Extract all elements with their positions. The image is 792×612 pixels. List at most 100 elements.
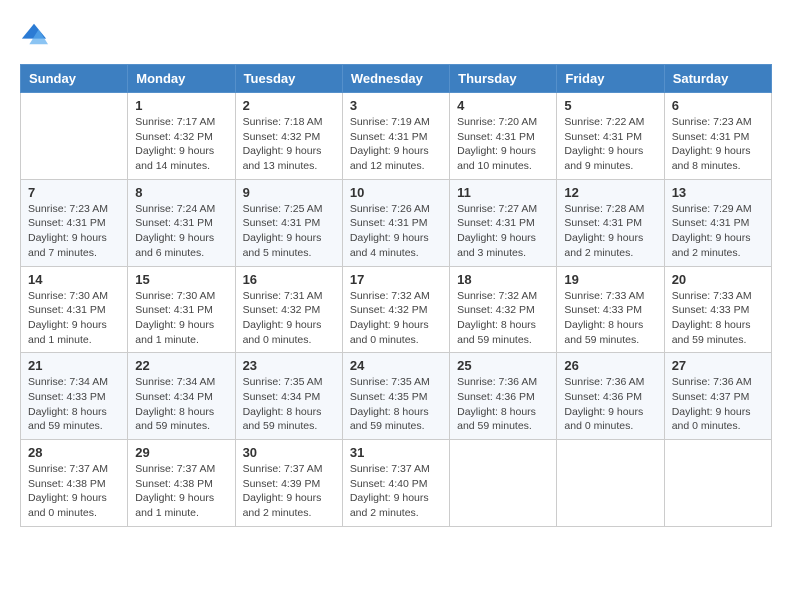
calendar-cell: 22 Sunrise: 7:34 AM Sunset: 4:34 PM Dayli…: [128, 353, 235, 440]
day-info: Sunrise: 7:36 AM Sunset: 4:36 PM Dayligh…: [564, 375, 656, 434]
logo: [20, 20, 52, 48]
day-info: Sunrise: 7:31 AM Sunset: 4:32 PM Dayligh…: [243, 289, 335, 348]
day-number: 28: [28, 445, 120, 460]
day-info: Sunrise: 7:36 AM Sunset: 4:37 PM Dayligh…: [672, 375, 764, 434]
day-number: 8: [135, 185, 227, 200]
day-number: 13: [672, 185, 764, 200]
day-number: 21: [28, 358, 120, 373]
day-number: 31: [350, 445, 442, 460]
calendar-week-3: 14Sunrise: 7:30 AM Sunset: 4:31 PM Dayli…: [21, 266, 772, 353]
calendar-cell: 10 Sunrise: 7:26 AM Sunset: 4:31 PM Dayli…: [342, 179, 449, 266]
day-number: 10: [350, 185, 442, 200]
calendar-cell: [557, 440, 664, 527]
calendar-cell: 1 Sunrise: 7:17 AM Sunset: 4:32 PM Daylig…: [128, 93, 235, 180]
day-number: 24: [350, 358, 442, 373]
day-number: 2: [243, 98, 335, 113]
calendar-cell: 17 Sunrise: 7:32 AM Sunset: 4:32 PM Dayli…: [342, 266, 449, 353]
day-info: Sunrise: 7:32 AM Sunset: 4:32 PM Dayligh…: [350, 289, 442, 348]
calendar-table: SundayMondayTuesdayWednesdayThursdayFrid…: [20, 64, 772, 527]
day-number: 27: [672, 358, 764, 373]
weekday-header-monday: Monday: [128, 65, 235, 93]
calendar-cell: [21, 93, 128, 180]
weekday-header-row: SundayMondayTuesdayWednesdayThursdayFrid…: [21, 65, 772, 93]
day-info: Sunrise: 7:37 AM Sunset: 4:39 PM Dayligh…: [243, 462, 335, 521]
weekday-header-friday: Friday: [557, 65, 664, 93]
day-info: Sunrise: 7:18 AM Sunset: 4:32 PM Dayligh…: [243, 115, 335, 174]
day-info: Sunrise: 7:23 AM Sunset: 4:31 PM Dayligh…: [28, 202, 120, 261]
day-number: 12: [564, 185, 656, 200]
day-number: 18: [457, 272, 549, 287]
calendar-week-4: 21 Sunrise: 7:34 AM Sunset: 4:33 PM Dayli…: [21, 353, 772, 440]
day-info: Sunrise: 7:20 AM Sunset: 4:31 PM Dayligh…: [457, 115, 549, 174]
day-number: 30: [243, 445, 335, 460]
weekday-header-sunday: Sunday: [21, 65, 128, 93]
day-number: 26: [564, 358, 656, 373]
day-info: Sunrise: 7:17 AM Sunset: 4:32 PM Dayligh…: [135, 115, 227, 174]
day-number: 25: [457, 358, 549, 373]
calendar-cell: 15Sunrise: 7:30 AM Sunset: 4:31 PM Dayli…: [128, 266, 235, 353]
weekday-header-tuesday: Tuesday: [235, 65, 342, 93]
day-info: Sunrise: 7:25 AM Sunset: 4:31 PM Dayligh…: [243, 202, 335, 261]
day-number: 1: [135, 98, 227, 113]
calendar-cell: 29Sunrise: 7:37 AM Sunset: 4:38 PM Dayli…: [128, 440, 235, 527]
calendar-cell: 23 Sunrise: 7:35 AM Sunset: 4:34 PM Dayli…: [235, 353, 342, 440]
calendar-week-2: 7 Sunrise: 7:23 AM Sunset: 4:31 PM Daylig…: [21, 179, 772, 266]
day-info: Sunrise: 7:24 AM Sunset: 4:31 PM Dayligh…: [135, 202, 227, 261]
calendar-cell: 4Sunrise: 7:20 AM Sunset: 4:31 PM Daylig…: [450, 93, 557, 180]
day-info: Sunrise: 7:33 AM Sunset: 4:33 PM Dayligh…: [672, 289, 764, 348]
day-number: 22: [135, 358, 227, 373]
calendar-cell: 20 Sunrise: 7:33 AM Sunset: 4:33 PM Dayli…: [664, 266, 771, 353]
calendar-cell: 13 Sunrise: 7:29 AM Sunset: 4:31 PM Dayli…: [664, 179, 771, 266]
calendar-cell: 30 Sunrise: 7:37 AM Sunset: 4:39 PM Dayli…: [235, 440, 342, 527]
calendar-cell: 7 Sunrise: 7:23 AM Sunset: 4:31 PM Daylig…: [21, 179, 128, 266]
day-info: Sunrise: 7:23 AM Sunset: 4:31 PM Dayligh…: [672, 115, 764, 174]
calendar-cell: 28Sunrise: 7:37 AM Sunset: 4:38 PM Dayli…: [21, 440, 128, 527]
calendar-cell: 8 Sunrise: 7:24 AM Sunset: 4:31 PM Daylig…: [128, 179, 235, 266]
calendar-cell: 26 Sunrise: 7:36 AM Sunset: 4:36 PM Dayli…: [557, 353, 664, 440]
day-number: 20: [672, 272, 764, 287]
calendar-week-1: 1 Sunrise: 7:17 AM Sunset: 4:32 PM Daylig…: [21, 93, 772, 180]
calendar-week-5: 28Sunrise: 7:37 AM Sunset: 4:38 PM Dayli…: [21, 440, 772, 527]
day-info: Sunrise: 7:19 AM Sunset: 4:31 PM Dayligh…: [350, 115, 442, 174]
calendar-cell: 6 Sunrise: 7:23 AM Sunset: 4:31 PM Daylig…: [664, 93, 771, 180]
calendar-cell: 5 Sunrise: 7:22 AM Sunset: 4:31 PM Daylig…: [557, 93, 664, 180]
calendar-cell: 14Sunrise: 7:30 AM Sunset: 4:31 PM Dayli…: [21, 266, 128, 353]
day-number: 19: [564, 272, 656, 287]
day-number: 7: [28, 185, 120, 200]
calendar-cell: 11Sunrise: 7:27 AM Sunset: 4:31 PM Dayli…: [450, 179, 557, 266]
calendar-cell: [664, 440, 771, 527]
day-info: Sunrise: 7:34 AM Sunset: 4:33 PM Dayligh…: [28, 375, 120, 434]
calendar-cell: 3 Sunrise: 7:19 AM Sunset: 4:31 PM Daylig…: [342, 93, 449, 180]
day-info: Sunrise: 7:32 AM Sunset: 4:32 PM Dayligh…: [457, 289, 549, 348]
calendar-cell: 25 Sunrise: 7:36 AM Sunset: 4:36 PM Dayli…: [450, 353, 557, 440]
day-number: 14: [28, 272, 120, 287]
day-number: 15: [135, 272, 227, 287]
day-number: 3: [350, 98, 442, 113]
day-info: Sunrise: 7:33 AM Sunset: 4:33 PM Dayligh…: [564, 289, 656, 348]
day-number: 5: [564, 98, 656, 113]
day-number: 23: [243, 358, 335, 373]
weekday-header-saturday: Saturday: [664, 65, 771, 93]
day-info: Sunrise: 7:36 AM Sunset: 4:36 PM Dayligh…: [457, 375, 549, 434]
day-info: Sunrise: 7:29 AM Sunset: 4:31 PM Dayligh…: [672, 202, 764, 261]
day-number: 11: [457, 185, 549, 200]
day-number: 6: [672, 98, 764, 113]
calendar-cell: 19 Sunrise: 7:33 AM Sunset: 4:33 PM Dayli…: [557, 266, 664, 353]
day-info: Sunrise: 7:34 AM Sunset: 4:34 PM Dayligh…: [135, 375, 227, 434]
calendar-cell: 18 Sunrise: 7:32 AM Sunset: 4:32 PM Dayli…: [450, 266, 557, 353]
day-info: Sunrise: 7:26 AM Sunset: 4:31 PM Dayligh…: [350, 202, 442, 261]
weekday-header-wednesday: Wednesday: [342, 65, 449, 93]
calendar-cell: 27 Sunrise: 7:36 AM Sunset: 4:37 PM Dayli…: [664, 353, 771, 440]
day-number: 17: [350, 272, 442, 287]
day-info: Sunrise: 7:37 AM Sunset: 4:40 PM Dayligh…: [350, 462, 442, 521]
calendar-cell: 16Sunrise: 7:31 AM Sunset: 4:32 PM Dayli…: [235, 266, 342, 353]
day-info: Sunrise: 7:35 AM Sunset: 4:34 PM Dayligh…: [243, 375, 335, 434]
weekday-header-thursday: Thursday: [450, 65, 557, 93]
day-info: Sunrise: 7:22 AM Sunset: 4:31 PM Dayligh…: [564, 115, 656, 174]
calendar-cell: 21 Sunrise: 7:34 AM Sunset: 4:33 PM Dayli…: [21, 353, 128, 440]
calendar-cell: 24Sunrise: 7:35 AM Sunset: 4:35 PM Dayli…: [342, 353, 449, 440]
calendar-cell: 31 Sunrise: 7:37 AM Sunset: 4:40 PM Dayli…: [342, 440, 449, 527]
calendar-cell: 12Sunrise: 7:28 AM Sunset: 4:31 PM Dayli…: [557, 179, 664, 266]
calendar-cell: 9Sunrise: 7:25 AM Sunset: 4:31 PM Daylig…: [235, 179, 342, 266]
header: [20, 20, 772, 48]
